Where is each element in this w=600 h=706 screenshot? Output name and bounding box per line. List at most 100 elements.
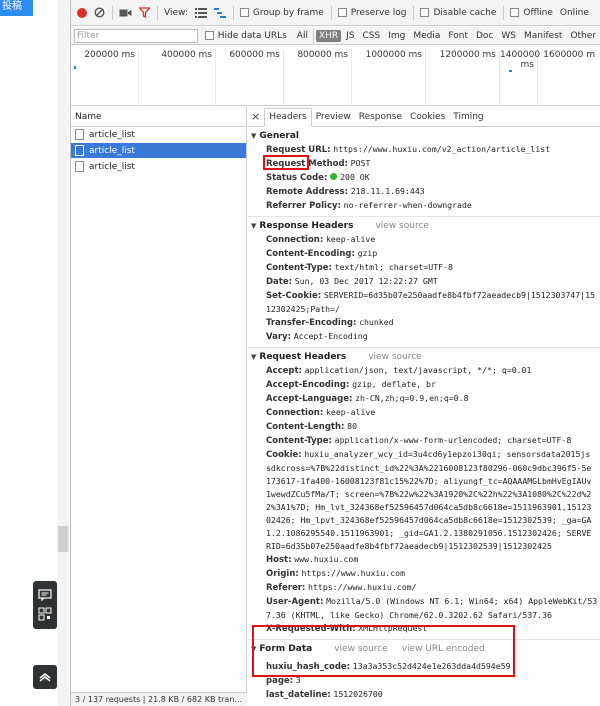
form-data-highlight-box (252, 625, 515, 677)
type-filter-manifest[interactable]: Manifest (521, 30, 565, 42)
type-filter-other[interactable]: Other (567, 30, 599, 42)
back-to-top-button[interactable] (33, 665, 57, 689)
header-key: User-Agent: (266, 597, 324, 607)
request-name: article_list (89, 129, 135, 140)
type-filter-css[interactable]: CSS (360, 30, 384, 42)
form-key: last_dateline: (266, 690, 331, 700)
header-row: Accept-Encoding: gzip, deflate, br (248, 378, 600, 392)
clear-button[interactable] (94, 7, 105, 18)
header-value-continuation: RID=6d35b07e250aadfe8b4fbf72aeadecb9|151… (266, 541, 552, 551)
type-filter-img[interactable]: Img (385, 30, 408, 42)
header-key: Referer: (266, 583, 306, 593)
header-value-continuation: 12302425;Path=/ (266, 304, 340, 314)
tab-timing[interactable]: Timing (449, 109, 487, 126)
group-by-frame-checkbox[interactable]: Group by frame (239, 8, 324, 18)
list-view-icon (194, 7, 207, 18)
tab-preview[interactable]: Preview (312, 109, 355, 126)
request-row[interactable]: article_list (71, 159, 246, 175)
waterfall-overview-button[interactable] (213, 7, 226, 18)
filter-input[interactable]: Filter (74, 28, 198, 43)
page-scrollbar[interactable] (57, 0, 69, 706)
section-title: General (259, 131, 299, 141)
header-value: text/html; charset=UTF-8 (334, 262, 453, 272)
type-filter-xhr[interactable]: XHR (315, 29, 342, 42)
header-value: no-referrer-when-downgrade (343, 200, 472, 210)
hide-data-urls-checkbox[interactable]: Hide data URLs (204, 30, 287, 41)
header-key: Content-Length: (266, 422, 345, 432)
header-value-continuation: 1.2.1086295540.1511963901; _gid=GA1.2.13… (266, 528, 592, 538)
triangle-down-icon: ▼ (251, 132, 257, 140)
header-key: Connection: (266, 235, 324, 245)
feedback-button[interactable] (33, 581, 57, 629)
request-name: article_list (89, 161, 135, 172)
request-headers-header[interactable]: ▼ Request Headers view source (248, 351, 600, 364)
header-key: Referrer Policy: (266, 201, 341, 211)
type-filter-js[interactable]: JS (343, 30, 357, 42)
requests-panel: Name article_list article_list article_l… (71, 107, 247, 706)
toolbar-separator (157, 5, 158, 20)
type-filter-font[interactable]: Font (445, 30, 471, 42)
request-method-value: POST (350, 158, 371, 168)
request-details-panel: × Headers Preview Response Cookies Timin… (248, 107, 600, 706)
header-key: Accept-Encoding: (266, 380, 350, 390)
header-row: Origin: https://www.huxiu.com (248, 567, 600, 581)
detail-tabs: × Headers Preview Response Cookies Timin… (248, 107, 600, 127)
status-ok-icon (330, 173, 338, 180)
timeline-tick: 1200000 ms (426, 50, 500, 106)
file-icon (75, 145, 84, 156)
general-section: ▼ General Request URL: https://www.huxiu.… (248, 127, 600, 217)
header-value: www.huxiu.com (294, 554, 359, 564)
page-left-strip: 投稿 (0, 0, 70, 706)
header-key: Host: (266, 555, 292, 565)
header-value: 200 OK (340, 172, 370, 182)
request-row-selected[interactable]: article_list (71, 143, 246, 159)
header-row: Accept: application/json, text/javascrip… (248, 364, 600, 378)
type-filter-ws[interactable]: WS (498, 30, 519, 42)
header-row: User-Agent: Mozilla/5.0 (Windows NT 6.1;… (248, 595, 600, 609)
header-row: Content-Length: 80 (248, 420, 600, 434)
view-source-link[interactable]: view source (368, 352, 421, 362)
header-value: gzip, deflate, br (352, 379, 436, 389)
timeline-tick: 600000 ms (216, 50, 284, 106)
header-value: keep-alive (325, 407, 376, 417)
view-source-link[interactable]: view source (375, 221, 428, 231)
hide-data-urls-label: Hide data URLs (217, 30, 287, 41)
type-filter-media[interactable]: Media (410, 30, 443, 42)
tab-cookies[interactable]: Cookies (406, 109, 449, 126)
throttling-select[interactable]: Online (560, 8, 589, 18)
capture-screenshots-button[interactable] (119, 8, 132, 18)
toolbar-separator (112, 5, 113, 20)
header-row: Vary: Accept-Encoding (248, 330, 600, 344)
timeline-overview[interactable]: 200000 ms 400000 ms 600000 ms 800000 ms … (71, 46, 600, 106)
header-key: Content-Type: (266, 263, 332, 273)
header-value: Sun, 03 Dec 2017 12:22:27 GMT (294, 276, 438, 286)
large-rows-button[interactable] (194, 7, 207, 18)
header-row: Connection: keep-alive (248, 406, 600, 420)
preserve-log-checkbox[interactable]: Preserve log (337, 8, 406, 18)
page-scroll-thumb[interactable] (58, 526, 68, 552)
tab-response[interactable]: Response (355, 109, 406, 126)
triangle-down-icon: ▼ (251, 353, 257, 361)
request-row[interactable]: article_list (71, 127, 246, 143)
header-value-continuation: 1wewdZCu5fMa/T; screen=%7B%22w%22%3A1920… (266, 489, 592, 499)
record-button[interactable] (77, 7, 87, 18)
header-row: Content-Type: text/html; charset=UTF-8 (248, 261, 600, 275)
general-section-header[interactable]: ▼ General (248, 130, 600, 143)
disable-cache-checkbox[interactable]: Disable cache (420, 8, 496, 18)
type-filter-doc[interactable]: Doc (473, 30, 496, 42)
header-key: Remote Address: (266, 187, 349, 197)
filter-toggle-button[interactable] (139, 7, 150, 18)
name-column-header[interactable]: Name (71, 107, 246, 127)
header-row: Remote Address: 218.11.1.69:443 (248, 185, 600, 199)
header-key: Origin: (266, 569, 299, 579)
tab-headers[interactable]: Headers (264, 108, 312, 127)
type-filter-all[interactable]: All (294, 30, 311, 42)
response-headers-header[interactable]: ▼ Response Headers view source (248, 220, 600, 233)
close-icon[interactable]: × (251, 110, 260, 123)
page-tab[interactable]: 投稿 (0, 0, 33, 16)
header-row: Set-Cookie: SERVERID=6d35b07e250aadfe8b4… (248, 289, 600, 303)
offline-checkbox[interactable]: Offline (510, 8, 553, 18)
header-value-continuation: 02426; Hm_lpvt_324368ef52596457d064ca5db… (266, 515, 592, 525)
filter-bar: Filter Hide data URLs All XHR JS CSS Img… (71, 27, 600, 45)
header-key: Connection: (266, 408, 324, 418)
